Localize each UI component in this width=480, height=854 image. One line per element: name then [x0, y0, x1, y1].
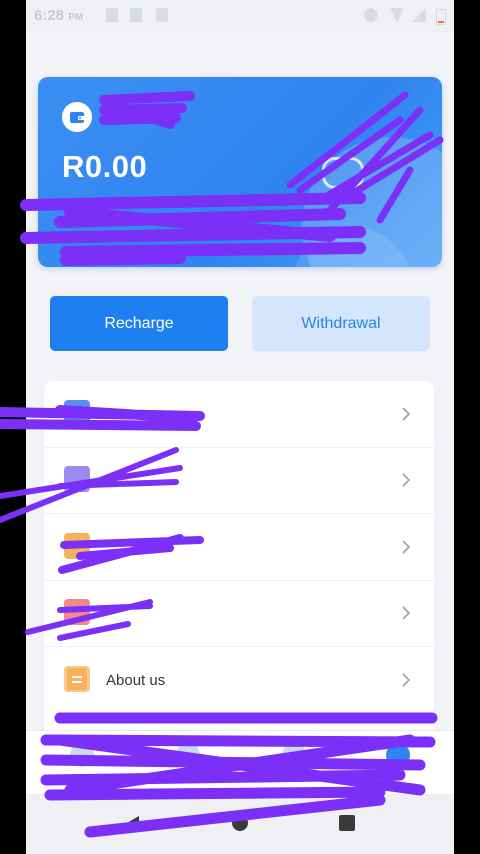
system-nav-bar: [26, 794, 454, 854]
balance-card: R0.00: [38, 77, 442, 267]
chevron-right-icon: [402, 473, 411, 487]
nav-tab-1[interactable]: [32, 739, 132, 787]
menu-item-about-us[interactable]: About us: [44, 647, 434, 713]
document-icon: [64, 666, 90, 692]
status-time: 6:28 PM: [34, 7, 84, 24]
notification-icon: [106, 8, 118, 22]
menu-list: About us: [44, 381, 434, 741]
nav-icon: [386, 743, 410, 767]
menu-item-2[interactable]: [44, 447, 434, 514]
nav-tab-4[interactable]: [348, 739, 448, 787]
signal-icon: [412, 8, 426, 22]
recharge-button[interactable]: Recharge: [50, 296, 228, 351]
chevron-right-icon: [402, 407, 411, 421]
bill-icon: [64, 466, 90, 492]
nav-tab-2[interactable]: [138, 739, 238, 787]
wifi-icon: [390, 8, 404, 22]
nav-icon: [70, 743, 94, 767]
sim-icon: [156, 8, 168, 22]
menu-item-3[interactable]: [44, 514, 434, 581]
vibrate-icon: [364, 8, 378, 22]
chevron-right-icon: [402, 673, 411, 687]
battery-icon: [436, 9, 446, 25]
nav-icon: [282, 743, 306, 767]
bottom-nav: [26, 730, 454, 795]
status-bar: 6:28 PM: [26, 0, 454, 32]
image-icon: [130, 8, 142, 22]
home-icon[interactable]: [231, 814, 249, 832]
wallet-icon: [62, 102, 92, 132]
coupon-icon: [64, 533, 90, 559]
chevron-right-icon: [402, 606, 411, 620]
gift-icon: [64, 599, 90, 625]
chevron-right-icon: [402, 540, 411, 554]
eye-toggle-icon[interactable]: [322, 157, 364, 189]
balance-amount: R0.00: [62, 149, 148, 184]
nav-tab-3[interactable]: [244, 739, 344, 787]
recent-apps-icon[interactable]: [338, 814, 356, 832]
card-icon: [64, 400, 90, 426]
back-icon[interactable]: [124, 814, 142, 832]
menu-item-label: About us: [106, 671, 166, 689]
menu-item-4[interactable]: [44, 580, 434, 647]
menu-item-1[interactable]: [44, 381, 434, 448]
nav-icon: [176, 743, 200, 767]
withdrawal-button[interactable]: Withdrawal: [252, 296, 430, 351]
app-screen: 6:28 PM R0.00 Recharge Withdrawal About …: [26, 0, 454, 854]
